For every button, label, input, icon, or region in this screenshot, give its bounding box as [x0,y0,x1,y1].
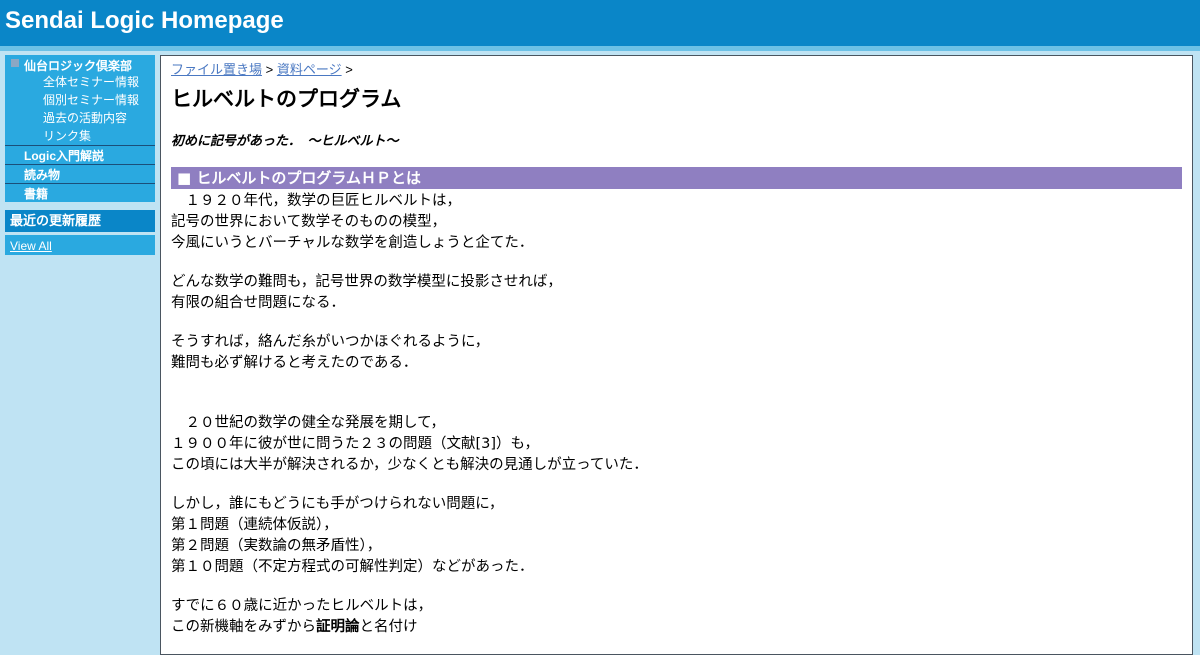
paragraph: しかし，誰にもどうにも手がつけられない問題に， 第１問題（連続体仮説）， 第２問… [171,494,1182,578]
paragraph: どんな数学の難問も，記号世界の数学模型に投影させれば， 有限の組合せ問題になる． [171,272,1182,314]
text-line: 第１問題（連続体仮説）， [171,517,338,533]
text-line: すでに６０歳に近かったヒルベルトは， [171,598,433,614]
sidebar-club-group: 仙台ロジック倶楽部 全体セミナー情報 個別セミナー情報 過去の活動内容 リンク集… [5,55,155,202]
breadcrumb-file-storage[interactable]: ファイル置き場 [171,62,262,77]
lead-quote: 初めに記号があった． ～ヒルベルト～ [171,134,399,149]
sidebar-item-readings-label[interactable]: 読み物 [24,168,60,182]
sidebar-item-logic-intro-label[interactable]: Logic入門解説 [24,149,104,163]
sidebar-item-logic-intro[interactable]: Logic入門解説 [5,145,155,164]
paragraph: ２０世紀の数学の健全な発展を期して， １９００年に彼が世に問うた２３の問題（文献… [171,413,1182,476]
site-header: Sendai Logic Homepage [0,0,1200,46]
text-line: しかし，誰にもどうにも手がつけられない問題に， [171,496,504,512]
page-title: ヒルベルトのプログラム [171,87,402,111]
text-line: ２０世紀の数学の健全な発展を期して， [171,415,446,431]
text-line: １９２０年代，数学の巨匠ヒルベルトは， [171,193,461,209]
view-all-link[interactable]: View All [10,239,52,253]
text-line: １９００年に彼が世に問うた２３の問題（文献[3]）も， [171,436,539,452]
sidebar: 仙台ロジック倶楽部 全体セミナー情報 個別セミナー情報 過去の活動内容 リンク集… [5,55,155,255]
main-content: ファイル置き場 > 資料ページ > ヒルベルトのプログラム 初めに記号があった．… [160,55,1193,655]
sidebar-item-books-label[interactable]: 書籍 [24,187,48,201]
text-line: 記号の世界において数学そのものの模型， [171,214,447,230]
sidebar-subitem-past-activities[interactable]: 過去の活動内容 [5,109,155,127]
section-heading-text: ヒルベルトのプログラムＨＰとは [196,169,421,187]
text-line: そうすれば，絡んだ糸がいつかほぐれるように， [171,334,490,350]
text-fragment: この新機軸をみずから [171,619,316,635]
sidebar-subitem-seminar-individual[interactable]: 個別セミナー情報 [5,91,155,109]
site-title[interactable]: Sendai Logic Homepage [5,7,284,35]
sidebar-item-readings[interactable]: 読み物 [5,164,155,183]
header-divider [0,46,1200,51]
sidebar-item-club[interactable]: 仙台ロジック倶楽部 [5,55,155,73]
square-bullet-icon: ■ [177,169,197,187]
paragraph: １９２０年代，数学の巨匠ヒルベルトは， 記号の世界において数学そのものの模型， … [171,191,1182,254]
text-line: どんな数学の難問も，記号世界の数学模型に投影させれば， [171,274,562,290]
text-line: この新機軸をみずから証明論と名付け [171,617,1182,638]
text-line: 有限の組合せ問題になる． [171,295,345,311]
text-line: 難問も必ず解けると考えたのである． [171,355,418,371]
text-line: この頃には大半が解決されるか，少なくとも解決の見通しが立っていた． [171,457,648,473]
text-line: 今風にいうとバーチャルな数学を創造しょうと企てた． [171,235,534,251]
section-heading: ■ ヒルベルトのプログラムＨＰとは [171,167,1182,189]
view-all-row: View All [5,235,155,255]
breadcrumb-separator: > [345,62,353,77]
breadcrumb-separator: > [265,62,274,77]
paragraph: すでに６０歳に近かったヒルベルトは， この新機軸をみずから証明論と名付け [171,596,1182,638]
sidebar-item-books[interactable]: 書籍 [5,183,155,202]
text-line: 第２問題（実数論の無矛盾性）， [171,538,382,554]
text-line: 第１０問題（不定方程式の可解性判定）などがあった． [171,559,534,575]
square-bullet-icon [11,59,19,67]
sidebar-subitem-seminar-all[interactable]: 全体セミナー情報 [5,73,155,91]
text-fragment: と名付け [359,619,418,635]
paragraph: そうすれば，絡んだ糸がいつかほぐれるように， 難問も必ず解けると考えたのである． [171,332,1182,374]
breadcrumb: ファイル置き場 > 資料ページ > [171,61,1182,79]
breadcrumb-materials[interactable]: 資料ページ [277,62,342,77]
emphasis-proof-theory: 証明論 [316,619,360,635]
sidebar-item-club-label[interactable]: 仙台ロジック倶楽部 [24,57,132,74]
sidebar-subitem-links[interactable]: リンク集 [5,127,155,145]
recent-updates-title: 最近の更新履歴 [5,210,155,232]
article-body: １９２０年代，数学の巨匠ヒルベルトは， 記号の世界において数学そのものの模型， … [171,191,1182,638]
